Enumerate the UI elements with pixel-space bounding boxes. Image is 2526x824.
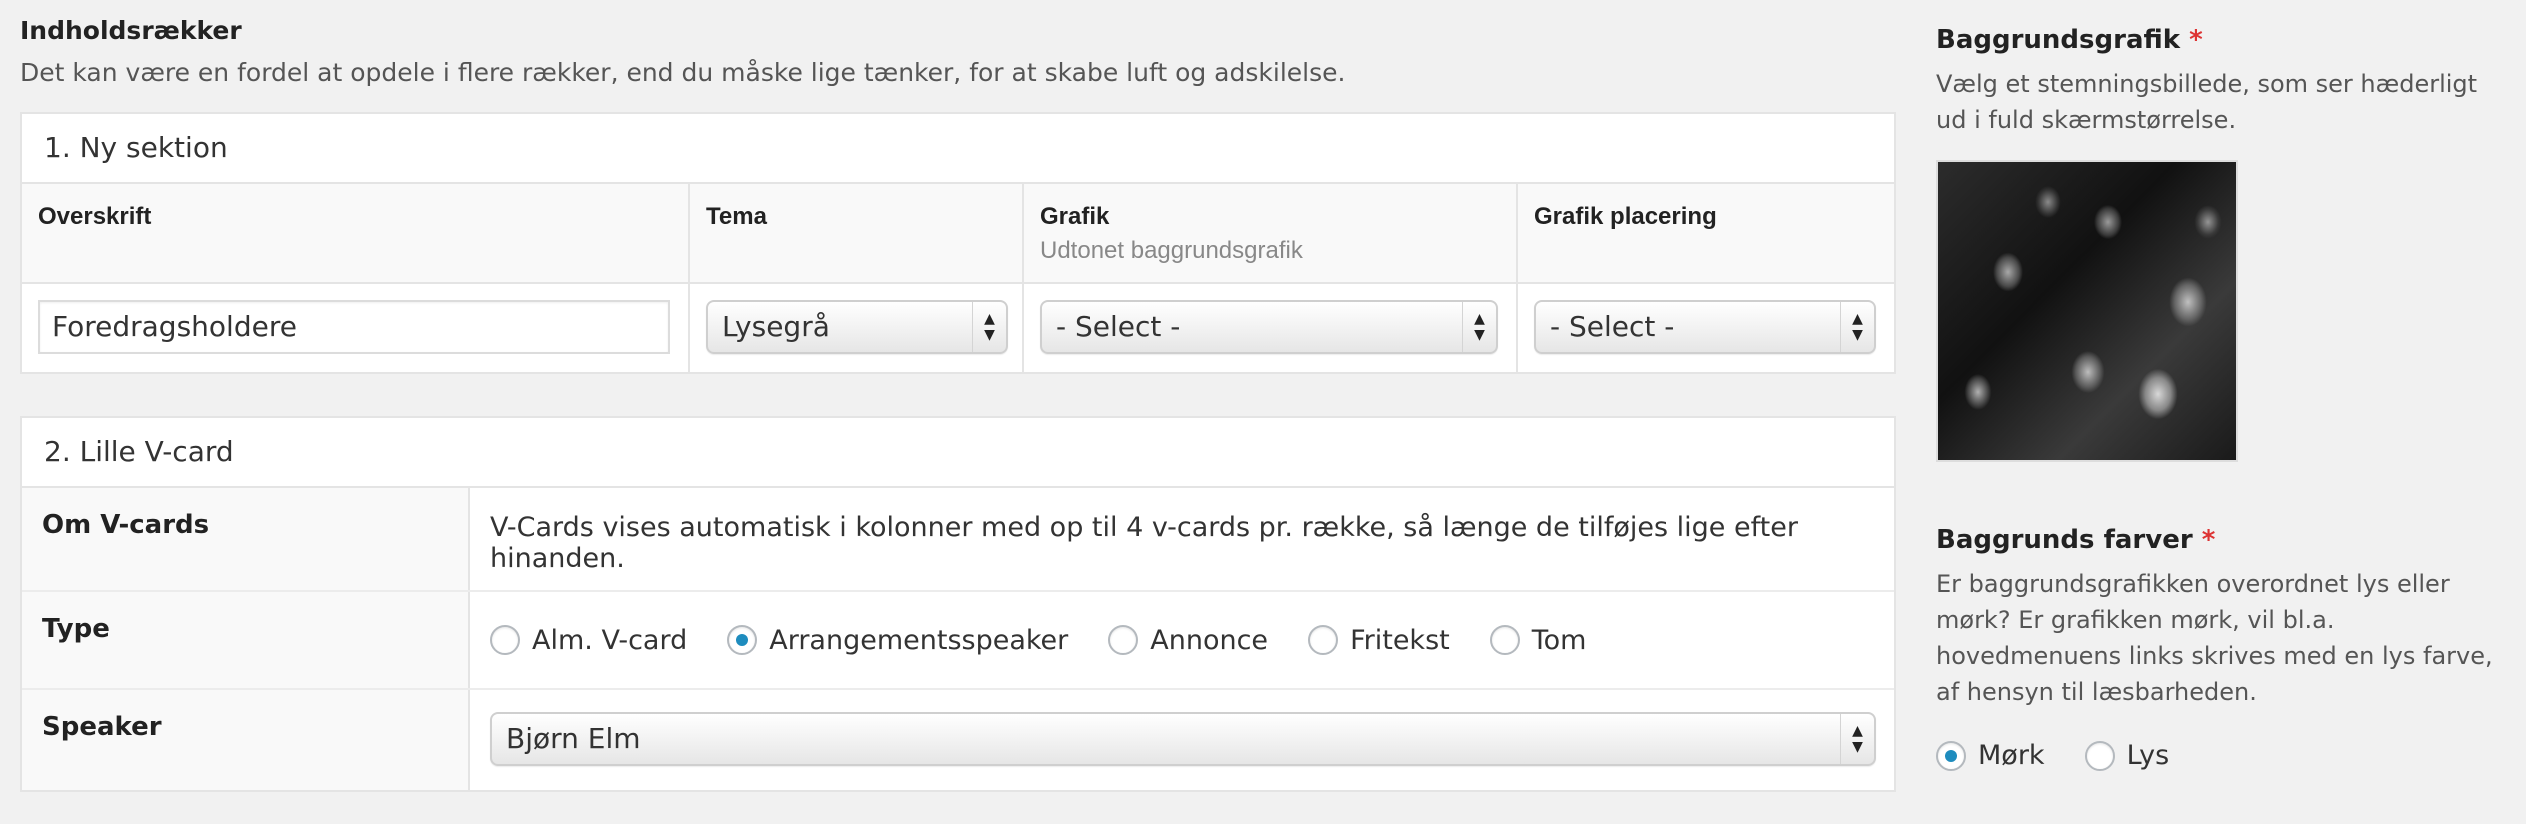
cell-tema: Lysegrå ▲ ▼ [690, 284, 1024, 372]
radio-label: Lys [2126, 740, 2170, 771]
radio-option-arrangementsspeaker[interactable]: Arrangementsspeaker [727, 625, 1068, 656]
radio-label: Alm. V-card [532, 624, 688, 656]
bg-image-title-text: Baggrundsgrafik [1936, 25, 2181, 55]
radio-label: Mørk [1978, 740, 2045, 771]
header-overskrift: Overskrift [22, 184, 690, 282]
background-image-thumbnail[interactable] [1936, 160, 2238, 462]
om-vcards-text: V-Cards vises automatisk i kolonner med … [490, 512, 1798, 574]
radio-option-annonce[interactable]: Annonce [1108, 625, 1268, 656]
section-lille-vcard: 2. Lille V-card Om V-cards V-Cards vises… [20, 416, 1896, 792]
field-description: Det kan være en fordel at opdele i flere… [20, 58, 1346, 87]
select-value: - Select - [1550, 310, 1675, 343]
bg-color-title: Baggrunds farver * [1936, 522, 2496, 558]
header-grafik: Grafik Udtonet baggrundsgrafik [1024, 184, 1518, 282]
section-heading[interactable]: 2. Lille V-card [22, 418, 1894, 488]
grafik-select[interactable]: - Select - ▲ ▼ [1040, 300, 1498, 354]
bg-image-description: Vælg et stemningsbillede, som ser hæderl… [1936, 70, 2478, 134]
required-marker: * [2189, 25, 2203, 55]
header-label: Grafik [1040, 203, 1110, 230]
radio-button[interactable] [2084, 740, 2115, 771]
section-heading[interactable]: 1. Ny sektion [22, 114, 1894, 184]
bg-image-title: Baggrundsgrafik * [1936, 22, 2496, 58]
radio-label: Arrangementsspeaker [769, 624, 1069, 656]
header-label: Grafik placering [1534, 203, 1717, 230]
radio-option-lys[interactable]: Lys [2084, 740, 2170, 771]
type-radio-group: Alm. V-card Arrangementsspeaker Annonce … [470, 592, 1894, 688]
select-value: Bjørn Elm [506, 722, 641, 755]
content-rows-field: Indholdsrækker Det kan være en fordel at… [20, 0, 1896, 792]
bg-color-description: Er baggrundsgrafikken overordnet lys ell… [1936, 570, 2493, 706]
header-label: Overskrift [38, 203, 152, 230]
row-speaker: Speaker Bjørn Elm ▲ ▼ [22, 690, 1894, 790]
select-arrows-icon: ▲ ▼ [1840, 714, 1874, 764]
radio-button[interactable] [1108, 625, 1139, 655]
radio-option-alm-vcard[interactable]: Alm. V-card [490, 625, 687, 656]
header-grafik-placering: Grafik placering [1518, 184, 1894, 282]
grafik-placering-select[interactable]: - Select - ▲ ▼ [1534, 300, 1876, 354]
row-om-vcards: Om V-cards V-Cards vises automatisk i ko… [22, 488, 1894, 592]
cell-speaker: Bjørn Elm ▲ ▼ [470, 690, 1894, 790]
sidebar: Baggrundsgrafik * Vælg et stemningsbille… [1936, 0, 2496, 771]
speaker-select[interactable]: Bjørn Elm ▲ ▼ [490, 712, 1876, 766]
field-title: Indholdsrækker [20, 16, 242, 45]
radio-label: Fritekst [1350, 624, 1450, 656]
cell-grafik: - Select - ▲ ▼ [1024, 284, 1518, 372]
radio-option-tom[interactable]: Tom [1489, 624, 1587, 656]
row-label: Type [22, 592, 470, 688]
radio-button-checked[interactable] [727, 625, 758, 655]
table-row: Foredragsholdere Lysegrå ▲ ▼ - Select - ▲… [22, 284, 1894, 372]
header-sublabel: Udtonet baggrundsgrafik [1040, 237, 1303, 264]
select-arrows-icon: ▲ ▼ [1462, 302, 1496, 352]
table-header-row: Overskrift Tema Grafik Udtonet baggrunds… [22, 184, 1894, 284]
select-arrows-icon: ▲ ▼ [972, 302, 1006, 352]
row-label: Speaker [22, 690, 470, 790]
header-tema: Tema [690, 184, 1024, 282]
radio-button[interactable] [490, 625, 520, 655]
overskrift-input[interactable]: Foredragsholdere [38, 300, 670, 354]
row-label: Om V-cards [22, 488, 470, 590]
tema-select[interactable]: Lysegrå ▲ ▼ [706, 300, 1008, 354]
radio-option-fritekst[interactable]: Fritekst [1308, 625, 1450, 656]
radio-button[interactable] [1489, 625, 1520, 655]
select-value: - Select - [1056, 310, 1181, 343]
radio-option-mork[interactable]: Mørk [1936, 740, 2045, 771]
cell-grafik-placering: - Select - ▲ ▼ [1518, 284, 1894, 372]
select-arrows-icon: ▲ ▼ [1840, 302, 1874, 352]
radio-button[interactable] [1308, 625, 1339, 655]
header-label: Tema [706, 203, 767, 230]
bg-color-radio-group: Mørk Lys [1936, 740, 2496, 771]
row-type: Type Alm. V-card Arrangementsspeaker Ann… [22, 592, 1894, 690]
cell-overskrift: Foredragsholdere [22, 284, 690, 372]
radio-label: Annonce [1150, 624, 1269, 656]
radio-label: Tom [1531, 624, 1587, 656]
bg-color-title-text: Baggrunds farver [1936, 525, 2193, 555]
section-ny-sektion: 1. Ny sektion Overskrift Tema Grafik Udt… [20, 112, 1896, 374]
select-value: Lysegrå [722, 310, 830, 343]
radio-button-checked[interactable] [1936, 740, 1966, 771]
required-marker: * [2201, 525, 2216, 555]
